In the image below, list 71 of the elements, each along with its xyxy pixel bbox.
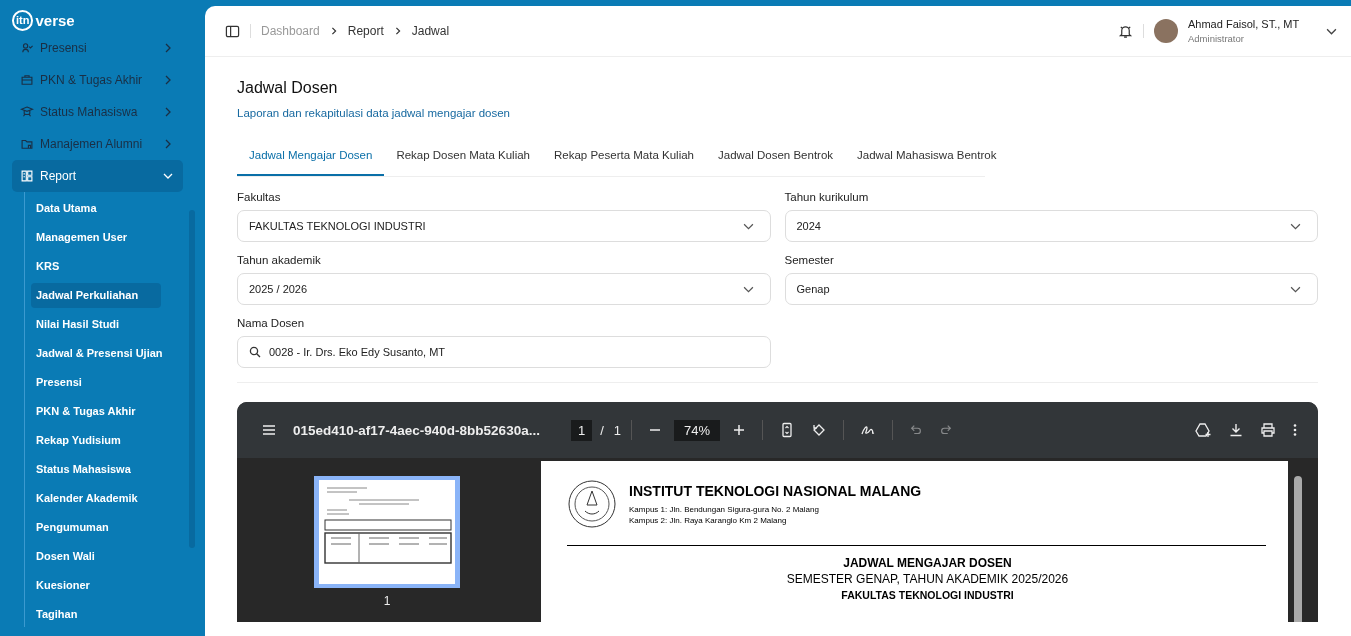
- page-subtitle: Laporan dan rekapitulasi data jadwal mengajar dosen: [237, 107, 511, 119]
- field-label: Fakultas: [237, 191, 282, 203]
- chevron-right-icon: [329, 27, 338, 35]
- sidebar-subitem[interactable]: Dosen Wali: [31, 544, 161, 569]
- chevron-right-icon: [393, 27, 402, 35]
- sidebar-item[interactable]: Status Mahasiswa: [12, 96, 183, 128]
- institution-name: INSTITUT TEKNOLOGI NASIONAL MALANG: [629, 483, 922, 499]
- bell-icon[interactable]: [1118, 23, 1133, 39]
- tab[interactable]: Jadwal Dosen Bentrok: [706, 137, 846, 176]
- field-label: Semester: [784, 254, 835, 266]
- seal-icon: [567, 479, 617, 529]
- sidebar-subitem[interactable]: Rekap Yudisium: [31, 428, 161, 453]
- page-separator: /: [600, 422, 604, 438]
- tab[interactable]: Rekap Dosen Mata Kuliah: [384, 137, 542, 176]
- field-label: Tahun akademik: [237, 254, 322, 266]
- select-field[interactable]: Genap: [784, 273, 1318, 305]
- sidebar-item[interactable]: Presensi: [12, 32, 183, 64]
- sidebar-subitem[interactable]: Presensi: [31, 370, 161, 395]
- scrollbar[interactable]: [1294, 476, 1302, 622]
- sidebar-subitem[interactable]: Jadwal Perkuliahan: [31, 283, 161, 308]
- sidebar-item[interactable]: Report: [12, 160, 183, 192]
- tab[interactable]: Jadwal Mahasiswa Bentrok: [845, 137, 1009, 176]
- chevron-right-icon: [163, 139, 173, 149]
- search-icon: [249, 346, 261, 358]
- sidebar-subitem[interactable]: Nilai Hasil Studi: [31, 312, 161, 337]
- download-icon[interactable]: [1228, 422, 1244, 438]
- tab[interactable]: Jadwal Mengajar Dosen: [237, 137, 385, 176]
- address-line: Kampus 1: Jln. Bendungan Sigura-gura No. 2 Malang: [629, 505, 820, 514]
- chevron-right-icon: [163, 75, 173, 85]
- breadcrumb-link[interactable]: Dashboard: [261, 24, 320, 38]
- field-label: Tahun kurikulum: [784, 191, 870, 203]
- document-title: JADWAL MENGAJAR DOSEN: [843, 556, 1012, 570]
- page-total: 1: [613, 422, 622, 438]
- address-line: Kampus 2: Jln. Raya Karanglo Km 2 Malang: [629, 516, 788, 525]
- user-role: Administrator: [1188, 33, 1245, 44]
- page-number-field[interactable]: 1: [571, 419, 593, 441]
- sidebar-subitem[interactable]: Kuesioner: [31, 573, 161, 598]
- field-label: Nama Dosen: [237, 317, 306, 329]
- breadcrumb-link[interactable]: Report: [347, 24, 384, 38]
- sidebar-subitem[interactable]: Kalender Akademik: [31, 486, 161, 511]
- select-field[interactable]: FAKULTAS TEKNOLOGI INDUSTRI: [237, 210, 771, 242]
- user-name: Ahmad Faisol, ST., MT: [1188, 18, 1301, 30]
- tab[interactable]: Rekap Peserta Mata Kuliah: [542, 137, 706, 176]
- sidebar-item[interactable]: Manajemen Alumni: [12, 128, 183, 160]
- chevron-right-icon: [163, 43, 173, 53]
- page-title: Jadwal Dosen: [237, 79, 339, 97]
- sidebar-subitem[interactable]: Data Utama: [31, 196, 161, 221]
- file-name: 015ed410-af17-4aec-940d-8bb52630a...: [293, 422, 541, 438]
- sidebar-subitem[interactable]: PKN & Tugas Akhir: [31, 399, 161, 424]
- document-faculty: FAKULTAS TEKNOLOGI INDUSTRI: [841, 589, 1014, 601]
- select-field[interactable]: 2025 / 2026: [237, 273, 771, 305]
- zoom-in-icon[interactable]: [732, 423, 747, 437]
- zoom-field[interactable]: 74%: [674, 419, 721, 441]
- breadcrumb-link[interactable]: Jadwal: [411, 24, 450, 38]
- print-icon[interactable]: [1260, 422, 1276, 438]
- document-subtitle: SEMESTER GENAP, TAHUN AKADEMIK 2025/2026: [786, 572, 1069, 586]
- more-icon[interactable]: [1292, 422, 1298, 438]
- avatar: [1154, 19, 1178, 43]
- sidebar-subitem[interactable]: Status Mahasiswa: [31, 457, 161, 482]
- chevron-down-icon: [163, 171, 173, 181]
- sidebar-subitem[interactable]: Pengumuman: [31, 515, 161, 540]
- sidebar-subitem[interactable]: KRS: [31, 254, 161, 279]
- search-field[interactable]: 0028 - Ir. Drs. Eko Edy Susanto, MT: [237, 336, 771, 368]
- chevron-right-icon: [163, 107, 173, 117]
- sidebar-subitem[interactable]: Managemen User: [31, 225, 161, 250]
- sidebar-toggle-icon[interactable]: [225, 23, 240, 39]
- sidebar-item[interactable]: PKN & Tugas Akhir: [12, 64, 183, 96]
- sidebar-subitem[interactable]: Jadwal & Presensi Ujian: [31, 341, 161, 366]
- select-field[interactable]: 2024: [784, 210, 1318, 242]
- thumbnail-label: 1: [383, 594, 391, 608]
- sidebar-subitem[interactable]: Tagihan: [31, 602, 161, 627]
